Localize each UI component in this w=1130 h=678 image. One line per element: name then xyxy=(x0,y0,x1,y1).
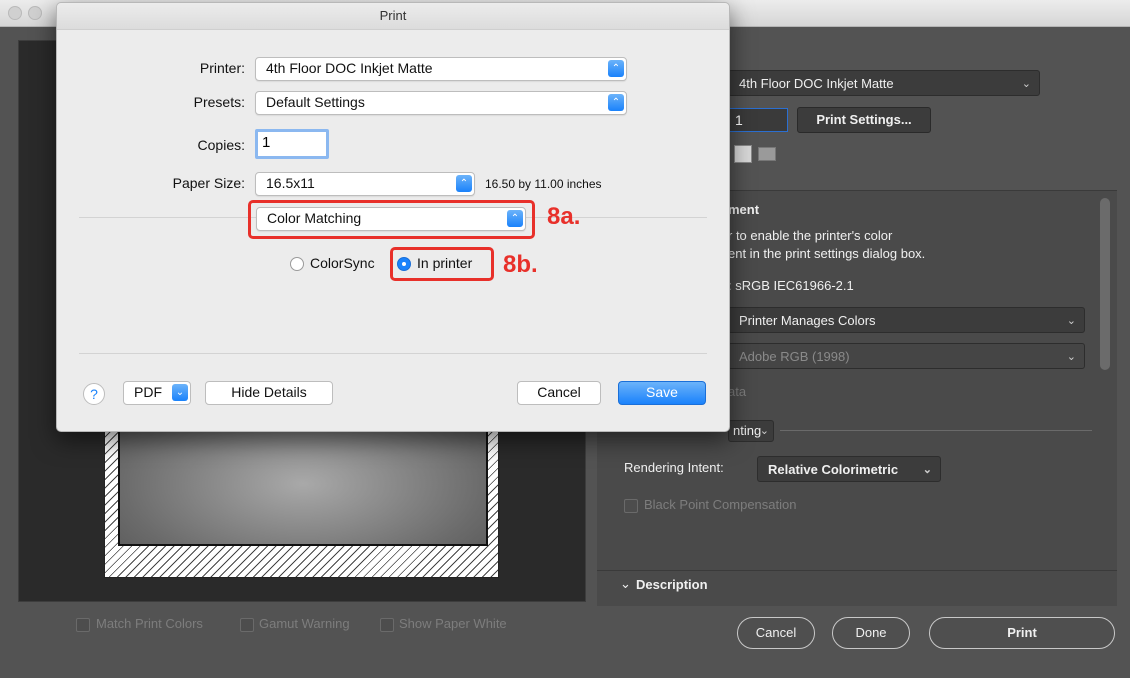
printer-select[interactable]: 4th Floor DOC Inkjet Matte ⌃ xyxy=(255,57,627,81)
printer-label: Printer: xyxy=(199,60,245,76)
highlight-box-8b xyxy=(390,247,494,281)
printer-profile-value: Adobe RGB (1998) xyxy=(739,349,850,364)
show-paper-white-label: Show Paper White xyxy=(399,616,507,631)
description-section-header[interactable]: Description xyxy=(636,577,708,592)
chevron-down-icon: ⌄ xyxy=(759,425,769,437)
annotation-8b: 8b. xyxy=(503,251,538,278)
chevron-down-icon: ⌄ xyxy=(1066,351,1076,363)
window-minimize-icon[interactable] xyxy=(28,6,42,20)
ps-done-button[interactable]: Done xyxy=(832,617,910,649)
pdf-label: PDF xyxy=(134,384,162,400)
black-point-compensation-label: Black Point Compensation xyxy=(644,497,797,512)
divider xyxy=(597,570,1117,571)
cancel-button[interactable]: Cancel xyxy=(517,381,601,405)
copies-input[interactable]: 1 xyxy=(255,129,329,159)
dialog-title: Print xyxy=(57,3,729,30)
chevron-down-icon: ⌄ xyxy=(922,464,932,476)
divider xyxy=(79,353,707,354)
portrait-orientation-icon[interactable] xyxy=(734,145,752,163)
chevron-updown-icon: ⌃ xyxy=(608,94,624,111)
printing-mode-value: nting xyxy=(733,423,762,438)
note-line-2: ent in the print settings dialog box. xyxy=(728,246,926,261)
printer-value: 4th Floor DOC Inkjet Matte xyxy=(266,60,433,76)
ps-printer-select[interactable]: 4th Floor DOC Inkjet Matte ⌄ xyxy=(728,70,1040,96)
send-16-bit-data-label: ata xyxy=(728,384,747,399)
paper-size-select[interactable]: 16.5x11 ⌃ xyxy=(255,172,475,196)
show-paper-white-checkbox[interactable] xyxy=(380,618,394,632)
gamut-warning-label: Gamut Warning xyxy=(259,616,350,631)
printer-profile-select: Adobe RGB (1998) ⌄ xyxy=(728,343,1085,369)
help-button[interactable]: ? xyxy=(83,383,105,405)
color-handling-value: Printer Manages Colors xyxy=(739,313,876,328)
paper-size-label: Paper Size: xyxy=(172,175,245,191)
highlight-box-8a xyxy=(248,200,535,239)
panel-scrollbar[interactable] xyxy=(1100,198,1110,370)
ps-copies-input[interactable]: 1 xyxy=(728,108,788,132)
note-line-1: r to enable the printer's color xyxy=(728,228,893,243)
printing-mode-select[interactable]: nting ⌄ xyxy=(728,420,774,442)
presets-select[interactable]: Default Settings ⌃ xyxy=(255,91,627,115)
match-print-colors-checkbox[interactable] xyxy=(76,618,90,632)
ps-cancel-button[interactable]: Cancel xyxy=(737,617,815,649)
pdf-menu-button[interactable]: PDF ⌄ xyxy=(123,381,191,405)
chevron-down-icon: ⌄ xyxy=(172,384,188,401)
copies-label: Copies: xyxy=(197,137,245,153)
ps-print-button[interactable]: Print xyxy=(929,617,1115,649)
chevron-down-icon: ⌄ xyxy=(1021,78,1031,90)
print-settings-button[interactable]: Print Settings... xyxy=(797,107,931,133)
landscape-orientation-icon[interactable] xyxy=(758,147,776,161)
chevron-updown-icon: ⌃ xyxy=(456,175,472,192)
match-print-colors-label: Match Print Colors xyxy=(96,616,203,631)
window-close-icon[interactable] xyxy=(8,6,22,20)
colorsync-radio[interactable] xyxy=(290,257,304,271)
color-handling-select[interactable]: Printer Manages Colors ⌄ xyxy=(728,307,1085,333)
color-management-title: ment xyxy=(728,202,760,217)
save-button[interactable]: Save xyxy=(618,381,706,405)
paper-size-dimensions: 16.50 by 11.00 inches xyxy=(485,177,602,191)
colorsync-radio-label: ColorSync xyxy=(310,255,375,271)
document-profile: : sRGB IEC61966-2.1 xyxy=(728,278,854,293)
rendering-intent-select[interactable]: Relative Colorimetric ⌄ xyxy=(757,456,941,482)
chevron-updown-icon: ⌃ xyxy=(608,60,624,77)
chevron-down-icon: ⌄ xyxy=(1066,315,1076,327)
black-point-compensation-checkbox xyxy=(624,499,638,513)
gamut-warning-checkbox[interactable] xyxy=(240,618,254,632)
rendering-intent-label: Rendering Intent: xyxy=(624,460,724,475)
print-dialog: Print Printer: 4th Floor DOC Inkjet Matt… xyxy=(56,2,730,432)
divider xyxy=(780,430,1092,431)
ps-printer-value: 4th Floor DOC Inkjet Matte xyxy=(739,76,894,91)
hide-details-button[interactable]: Hide Details xyxy=(205,381,333,405)
chevron-down-icon: ⌄ xyxy=(620,576,631,591)
annotation-8a: 8a. xyxy=(547,203,581,230)
presets-label: Presets: xyxy=(193,94,245,110)
rendering-intent-value: Relative Colorimetric xyxy=(768,462,899,477)
presets-value: Default Settings xyxy=(266,94,365,110)
paper-size-value: 16.5x11 xyxy=(266,175,315,191)
